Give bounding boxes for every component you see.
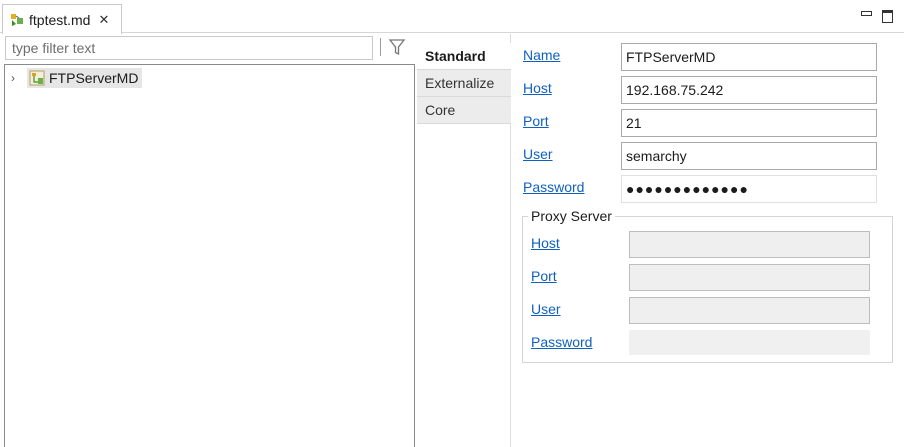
- name-link[interactable]: Name: [523, 47, 560, 63]
- proxy-host-field[interactable]: [629, 231, 870, 258]
- file-icon: [9, 12, 25, 28]
- proxy-server-title: Proxy Server: [528, 208, 615, 224]
- tab-externalize[interactable]: Externalize: [417, 70, 511, 97]
- proxy-port-field[interactable]: [629, 264, 870, 291]
- tab-core[interactable]: Core: [417, 97, 511, 124]
- proxy-user-link[interactable]: User: [531, 301, 561, 317]
- maximize-icon[interactable]: [881, 9, 893, 23]
- minimize-icon[interactable]: [860, 9, 872, 21]
- chevron-right-icon[interactable]: ›: [11, 71, 25, 85]
- host-field[interactable]: [621, 76, 877, 104]
- password-field[interactable]: [621, 175, 877, 203]
- editor-tab-bar: ftptest.md ✕: [0, 0, 904, 34]
- server-node-icon: [29, 70, 45, 86]
- proxy-user-field[interactable]: [629, 297, 870, 324]
- host-link[interactable]: Host: [523, 80, 552, 96]
- tree-node-ftpservermd[interactable]: FTPServerMD: [27, 68, 143, 88]
- port-field[interactable]: [621, 109, 877, 137]
- close-icon[interactable]: ✕: [98, 13, 109, 26]
- proxy-port-link[interactable]: Port: [531, 268, 557, 284]
- filter-input[interactable]: [5, 36, 373, 60]
- editor-tab-ftptest[interactable]: ftptest.md ✕: [2, 4, 122, 34]
- tree-item[interactable]: › FTPServerMD: [11, 67, 143, 89]
- password-link[interactable]: Password: [523, 179, 584, 195]
- user-field[interactable]: [621, 142, 877, 170]
- properties-form: Name Host Port User Password Proxy Serve…: [512, 34, 904, 447]
- proxy-password-field[interactable]: [629, 330, 870, 355]
- model-tree: › FTPServerMD: [4, 64, 415, 447]
- proxy-password-link[interactable]: Password: [531, 334, 592, 350]
- proxy-host-link[interactable]: Host: [531, 235, 560, 251]
- outline-panel: › FTPServerMD: [0, 34, 417, 447]
- tree-node-label: FTPServerMD: [49, 70, 139, 86]
- tab-standard[interactable]: Standard: [417, 43, 511, 70]
- filter-separator: [380, 38, 381, 56]
- filter-icon[interactable]: [388, 37, 406, 57]
- port-link[interactable]: Port: [523, 113, 549, 129]
- name-field[interactable]: [621, 43, 877, 71]
- editor-tab-label: ftptest.md: [29, 11, 91, 28]
- user-link[interactable]: User: [523, 146, 553, 162]
- property-tabs: Standard Externalize Core: [417, 34, 511, 447]
